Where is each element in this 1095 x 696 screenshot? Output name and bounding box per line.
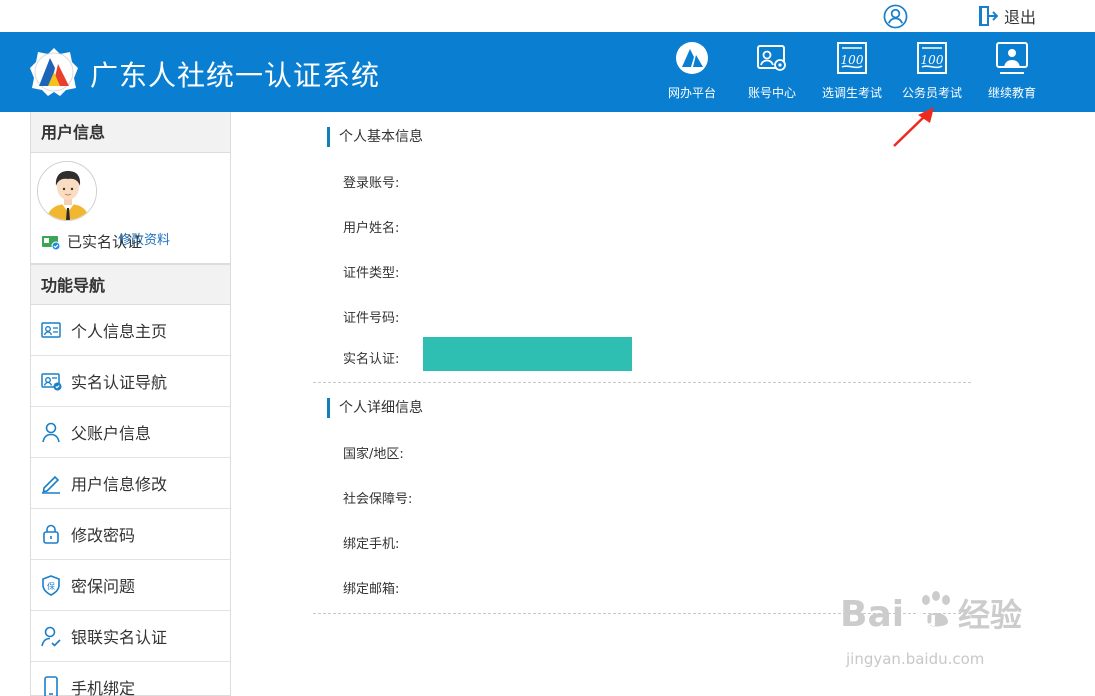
sidebar-item-security-question[interactable]: 保 密保问题 <box>31 560 230 611</box>
realname-value-highlight <box>423 337 632 371</box>
nav-label: 公务员考试 <box>901 86 962 100</box>
sidebar-item-label: 个人信息主页 <box>71 322 168 341</box>
id-card-icon <box>41 322 61 338</box>
field-country-region: 国家/地区: <box>343 447 404 462</box>
sidebar-item-label: 手机绑定 <box>71 679 136 696</box>
sidebar-item-label: 密保问题 <box>71 577 136 596</box>
pencil-icon <box>42 475 60 494</box>
watermark-brand: Bai <box>840 594 904 635</box>
sidebar-item-profile-home[interactable]: 个人信息主页 <box>31 305 230 356</box>
watermark-url: jingyan.baidu.com <box>845 650 984 668</box>
id-verify-icon <box>41 373 62 391</box>
verified-status-label: 已实名认证 <box>67 233 143 251</box>
nav-xuandiao-exam[interactable]: 100 选调生考试 <box>812 32 892 112</box>
sidebar-item-unionpay-realname[interactable]: 银联实名认证 <box>31 611 230 662</box>
exam-score-100-icon: 100 <box>917 42 947 74</box>
nav-label: 选调生考试 <box>821 86 882 100</box>
logout-label: 退出 <box>1004 8 1037 27</box>
field-social-security-number: 社会保障号: <box>343 492 413 507</box>
portal-emblem-icon <box>676 42 708 74</box>
field-id-type: 证件类型: <box>343 266 400 281</box>
nav-section: 功能导航 个人信息主页 实名认证导航 父账户信息 用户信息修改 修改密码 保 密… <box>31 264 230 696</box>
account-card-gear-icon <box>757 45 786 71</box>
sidebar-item-phone-binding[interactable]: 手机绑定 <box>31 662 230 696</box>
baidu-jingyan-watermark: Bai du 经验 jingyan.baidu.com <box>840 591 1022 668</box>
svg-text:100: 100 <box>841 53 864 67</box>
sidebar-item-label: 银联实名认证 <box>71 628 168 647</box>
person-check-icon <box>41 626 61 647</box>
lecture-board-icon <box>996 42 1028 74</box>
verified-status: 已实名认证 <box>41 231 142 252</box>
field-user-name: 用户姓名: <box>343 221 400 236</box>
sidebar-item-label: 修改密码 <box>71 526 136 545</box>
sidebar-item-label: 用户信息修改 <box>71 475 168 494</box>
nav-online-service[interactable]: 网办平台 <box>652 32 732 112</box>
avatar-person-icon <box>38 162 96 220</box>
annotation-arrow-icon <box>893 107 934 147</box>
field-login-account: 登录账号: <box>343 176 400 191</box>
sidebar-item-parent-account[interactable]: 父账户信息 <box>31 407 230 458</box>
field-id-number: 证件号码: <box>343 311 400 326</box>
avatar[interactable] <box>37 161 97 221</box>
nav-civil-service-exam[interactable]: 100 公务员考试 <box>892 32 972 112</box>
user-info-heading: 用户信息 <box>31 112 230 153</box>
field-bound-email: 绑定邮箱: <box>343 582 400 597</box>
site-title: 广东人社统一认证系统 <box>90 59 381 92</box>
sidebar-item-edit-user-info[interactable]: 用户信息修改 <box>31 458 230 509</box>
shield-bao-icon: 保 <box>42 575 60 596</box>
sidebar-item-label: 实名认证导航 <box>71 373 168 392</box>
site-logo-icon <box>30 48 78 96</box>
nav-label: 继续教育 <box>987 86 1036 100</box>
lock-icon <box>43 524 59 544</box>
header-bar: 广东人社统一认证系统 网办平台 账号中心 100 选调生考试 100 公务员考试… <box>0 32 1095 112</box>
mobile-phone-icon <box>44 676 58 696</box>
logout-door-icon <box>979 6 998 26</box>
sidebar-item-label: 父账户信息 <box>71 424 152 443</box>
header-nav: 网办平台 账号中心 100 选调生考试 100 公务员考试 继续教育 <box>652 32 1052 112</box>
nav-label: 账号中心 <box>747 86 796 100</box>
svg-text:保: 保 <box>47 581 55 591</box>
watermark-product: 经验 <box>958 596 1022 634</box>
sidebar-item-change-password[interactable]: 修改密码 <box>31 509 230 560</box>
sidebar-item-realname-guide[interactable]: 实名认证导航 <box>31 356 230 407</box>
user-circle-icon[interactable] <box>883 4 908 29</box>
sidebar: 用户信息 修改资料 已实名认证 功能导航 个人信息主页 实名认证导航 父账户信息… <box>30 112 231 696</box>
top-utility-strip: 退出 <box>0 0 1095 32</box>
verified-id-icon <box>42 235 61 250</box>
logout-button[interactable]: 退出 <box>978 4 1036 28</box>
watermark-brand-suffix: du <box>908 607 937 631</box>
detail-info-title: 个人详细信息 <box>327 398 423 418</box>
person-outline-icon <box>42 422 60 443</box>
nav-account-center[interactable]: 账号中心 <box>732 32 812 112</box>
nav-continuing-education[interactable]: 继续教育 <box>972 32 1052 112</box>
field-bound-phone: 绑定手机: <box>343 537 400 552</box>
field-realname-auth: 实名认证: <box>343 352 400 367</box>
nav-label: 网办平台 <box>667 86 716 100</box>
svg-text:100: 100 <box>921 53 944 67</box>
nav-heading: 功能导航 <box>31 264 230 305</box>
exam-score-100-icon: 100 <box>837 42 867 74</box>
section-divider <box>313 382 971 383</box>
basic-info-title: 个人基本信息 <box>327 127 423 147</box>
